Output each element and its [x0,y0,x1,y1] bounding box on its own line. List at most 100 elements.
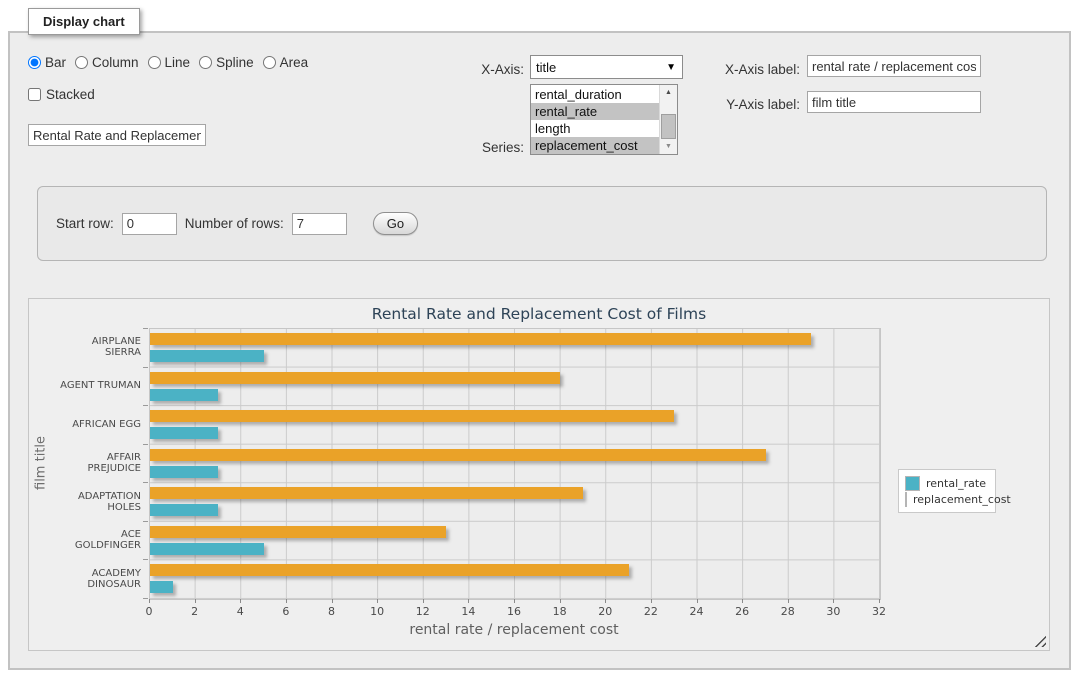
radio-icon[interactable] [75,56,88,69]
chart-type-option-line[interactable]: Line [148,55,191,70]
x-axis-tick [377,599,378,603]
legend-swatch-icon [905,476,920,491]
series-option-length[interactable]: length [531,120,659,137]
x-axis-tick [833,599,834,603]
scroll-down-icon[interactable]: ▼ [660,139,677,154]
x-axis-tick [240,599,241,603]
radio-icon[interactable] [148,56,161,69]
stacked-checkbox[interactable] [28,88,41,101]
x-tick-label: 18 [553,605,567,618]
x-axis-tick [879,599,880,603]
x-tick-label: 4 [237,605,244,618]
x-axis-title: rental rate / replacement cost [149,622,879,638]
y-category-label: ACE GOLDFINGER [53,521,141,560]
y-axis-tick [143,328,148,329]
legend-label: rental_rate [926,477,986,490]
x-axis-tick [697,599,698,603]
x-axis-tick [195,599,196,603]
page: Display chart Bar Column Line Spline Area St… [0,0,1081,681]
legend-item: rental_rate [905,475,995,491]
bar-rental_rate [150,581,173,593]
radio-icon[interactable] [263,56,276,69]
x-axis-tick [332,599,333,603]
radio-icon[interactable] [28,56,41,69]
radio-label: Bar [45,55,66,70]
y-category-label: ADAPTATION HOLES [53,482,141,521]
y-axis-tick [143,521,148,522]
x-tick-label: 10 [370,605,384,618]
scrollbar-thumb[interactable] [661,114,676,139]
x-tick-label: 32 [872,605,886,618]
scroll-up-icon[interactable]: ▲ [660,85,677,100]
bar-replacement_cost [150,333,811,345]
bar-rental_rate [150,427,218,439]
start-row-input[interactable] [122,213,177,235]
chevron-down-icon: ▼ [666,62,676,73]
chart-type-option-column[interactable]: Column [75,55,139,70]
x-axis-tick [514,599,515,603]
radio-icon[interactable] [199,56,212,69]
bar-replacement_cost [150,449,766,461]
y-axis-tick [143,559,148,560]
bar-rental_rate [150,466,218,478]
x-axis-tick [423,599,424,603]
series-option-rental_duration[interactable]: rental_duration [531,86,659,103]
series-multiselect[interactable]: rental_durationrental_ratelengthreplacem… [530,84,678,155]
y-axis-label-input[interactable] [807,91,981,113]
y-category-label: AFFAIR PREJUDICE [53,444,141,483]
go-button[interactable]: Go [373,212,418,235]
radio-label: Column [92,55,139,70]
chart-type-option-bar[interactable]: Bar [28,55,66,70]
num-rows-label: Number of rows: [185,216,284,231]
legend-item: replacement_cost [905,491,995,507]
chart-title-input[interactable] [28,124,206,146]
series-scrollbar[interactable]: ▲ ▼ [659,85,677,154]
x-tick-label: 0 [146,605,153,618]
x-axis-tick [468,599,469,603]
y-axis-tick [143,405,148,406]
y-category-label: ACADEMY DINOSAUR [53,559,141,598]
series-options: rental_durationrental_ratelengthreplacem… [531,85,659,154]
x-tick-label: 22 [644,605,658,618]
radio-label: Line [165,55,191,70]
bar-rental_rate [150,389,218,401]
y-axis-tick [143,444,148,445]
y-axis-tick [143,598,148,599]
x-axis-select[interactable]: title ▼ [530,55,683,79]
plot-area [149,328,881,600]
bar-replacement_cost [150,526,446,538]
chart-legend: rental_ratereplacement_cost [898,469,996,513]
x-axis-tick [651,599,652,603]
bar-replacement_cost [150,372,560,384]
x-tick-label: 28 [781,605,795,618]
x-axis-tick [286,599,287,603]
x-axis-tick [742,599,743,603]
chart-type-option-area[interactable]: Area [263,55,309,70]
x-tick-label: 6 [282,605,289,618]
series-option-rental_rate[interactable]: rental_rate [531,103,659,120]
stacked-label: Stacked [46,87,95,102]
stacked-checkbox-row[interactable]: Stacked [28,87,95,102]
x-tick-label: 16 [507,605,521,618]
radio-label: Area [280,55,309,70]
bar-rental_rate [150,350,264,362]
x-tick-label: 8 [328,605,335,618]
x-tick-label: 12 [416,605,430,618]
x-axis-label-input[interactable] [807,55,981,77]
x-axis-tick [605,599,606,603]
x-axis-tick [149,599,150,603]
num-rows-input[interactable] [292,213,347,235]
display-chart-legend: Display chart [28,8,140,35]
x-axis-label-label: X-Axis label: [694,62,800,77]
x-axis-tick [560,599,561,603]
row-range-panel: Start row: Number of rows: Go [37,186,1047,261]
series-select-label: Series: [420,140,524,155]
resize-handle-icon[interactable] [1034,635,1046,647]
chart-type-radios: Bar Column Line Spline Area [28,55,317,70]
y-category-label: AGENT TRUMAN [53,367,141,406]
x-tick-label: 14 [461,605,475,618]
chart-type-option-spline[interactable]: Spline [199,55,254,70]
radio-label: Spline [216,55,254,70]
bar-rental_rate [150,543,264,555]
series-option-replacement_cost[interactable]: replacement_cost [531,137,659,154]
